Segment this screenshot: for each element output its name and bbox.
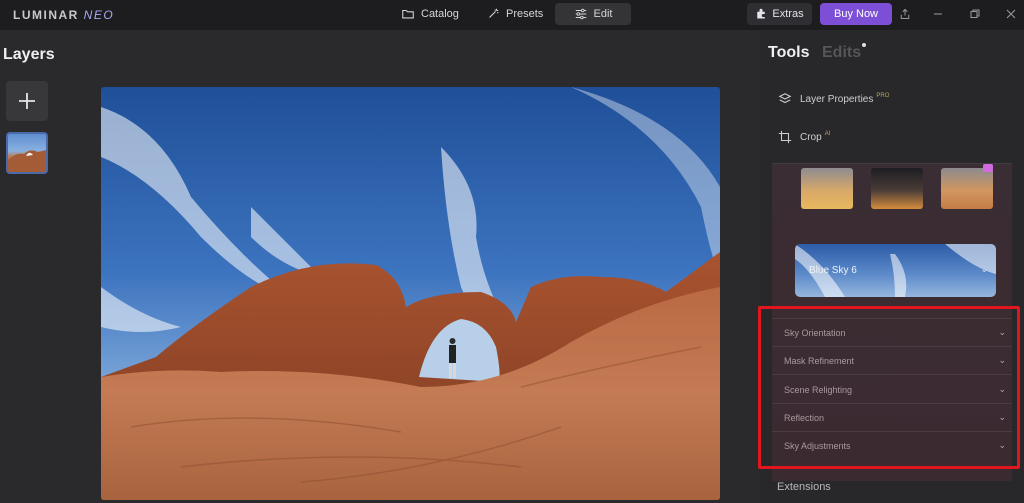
edits-indicator-dot [862,43,866,47]
extensions-section[interactable]: Extensions [777,481,831,493]
chevron-down-icon: ⌄ [980,264,988,274]
main-photo-canvas[interactable] [101,87,720,500]
tab-edits[interactable]: Edits [822,44,861,62]
minimize-glyph [934,13,942,15]
ai-badge: AI [824,131,831,137]
close-glyph [1006,9,1016,19]
edit-label: Edit [593,8,613,20]
pro-badge: PRO [876,93,890,99]
crop-label: Crop [800,131,822,143]
logo-text: LUMINAR [13,8,79,22]
sky-preset-thumbnail[interactable] [871,168,923,209]
edit-tab[interactable]: Edit [555,3,631,25]
layer-thumbnail-image [8,150,46,172]
annotation-highlight-box [758,306,1020,469]
layers-icon [778,93,792,104]
tab-tools[interactable]: Tools [768,44,809,62]
folder-icon [402,9,414,19]
restore-glyph [970,9,980,18]
extras-label: Extras [772,8,804,20]
buy-now-label: Buy Now [833,8,879,20]
logo-neo-text: NEO [83,8,115,22]
sky-selection-dropdown[interactable]: Blue Sky 6 ⌄ [795,244,996,297]
presets-tab[interactable]: Presets [476,3,553,25]
catalog-tab[interactable]: Catalog [391,3,469,25]
sky-selection-label: Blue Sky 6 [809,265,857,276]
minimize-icon[interactable] [929,5,947,23]
layer-properties-label: Layer Properties [800,93,874,105]
sliders-icon [575,8,586,20]
catalog-label: Catalog [421,8,459,20]
layer-thumbnail[interactable] [6,132,48,174]
puzzle-icon [757,8,766,19]
add-layer-button[interactable] [6,81,48,121]
sky-preset-thumbnail[interactable] [941,168,993,209]
layer-properties-tool[interactable]: Layer Properties PRO [778,92,889,106]
sky-preset-thumbnail[interactable] [801,168,853,209]
premium-crown-icon [983,164,993,172]
close-icon[interactable] [1002,5,1020,23]
share-icon[interactable] [896,5,914,23]
app-logo: LUMINAR NEO [13,8,114,22]
plus-icon [19,93,35,109]
crop-icon [778,130,792,144]
crop-tool[interactable]: Crop AI [778,130,830,144]
layers-title: Layers [3,46,55,63]
share-icon-glyph [900,8,910,19]
top-bar: LUMINAR NEO Catalog Presets Edit Extras … [0,0,1024,30]
buy-now-button[interactable]: Buy Now [820,3,892,25]
presets-label: Presets [506,8,544,20]
extras-button[interactable]: Extras [747,3,812,25]
restore-icon[interactable] [966,5,984,23]
landscape-photo [101,87,720,500]
magic-wand-icon [489,8,499,18]
